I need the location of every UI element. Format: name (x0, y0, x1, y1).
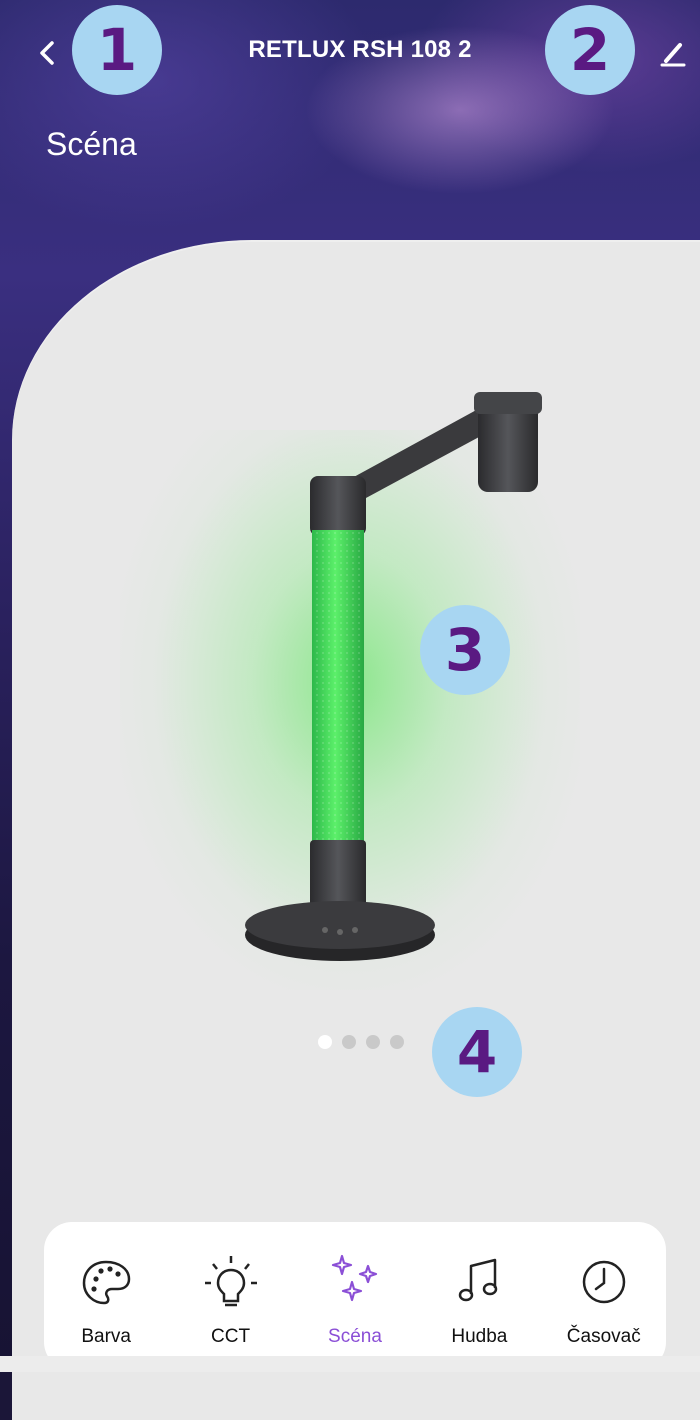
edit-button[interactable] (652, 32, 692, 72)
tab-label: CCT (211, 1326, 251, 1347)
page-dot-active[interactable] (318, 1035, 332, 1049)
annotation-badge-2: 2 (545, 5, 635, 95)
tab-cct[interactable]: CCT (171, 1222, 291, 1348)
tab-label: Scéna (328, 1326, 382, 1347)
chevron-left-icon (40, 41, 54, 65)
device-title: RETLUX RSH 108 2 (248, 36, 472, 63)
back-button[interactable] (30, 30, 66, 76)
page-indicator (318, 1035, 404, 1049)
annotation-badge-1: 1 (72, 5, 162, 95)
lightbulb-icon (204, 1256, 257, 1307)
pencil-icon (660, 43, 686, 67)
palette-icon (82, 1260, 131, 1305)
bottom-tab-bar: Barva CCT Scéna Hudba Časovač (44, 1222, 666, 1370)
tab-scena[interactable]: Scéna (295, 1222, 415, 1348)
page-subtitle: Scéna (46, 126, 137, 162)
sparkles-icon (331, 1254, 378, 1302)
tab-casovac[interactable]: Časovač (544, 1222, 664, 1348)
tab-label: Časovač (566, 1326, 641, 1347)
page-dot[interactable] (366, 1035, 380, 1049)
page-dot[interactable] (390, 1035, 404, 1049)
lamp-image[interactable] (230, 380, 570, 980)
annotation-badge-4: 4 (432, 1007, 522, 1097)
tab-label: Hudba (451, 1326, 508, 1347)
clock-icon (582, 1260, 625, 1304)
page-dot[interactable] (342, 1035, 356, 1049)
tab-barva[interactable]: Barva (46, 1222, 166, 1348)
bottom-edge (0, 1356, 700, 1372)
annotation-badge-3: 3 (420, 605, 510, 695)
music-note-icon (459, 1258, 498, 1302)
tab-label: Barva (81, 1326, 131, 1347)
tab-hudba[interactable]: Hudba (419, 1222, 539, 1348)
